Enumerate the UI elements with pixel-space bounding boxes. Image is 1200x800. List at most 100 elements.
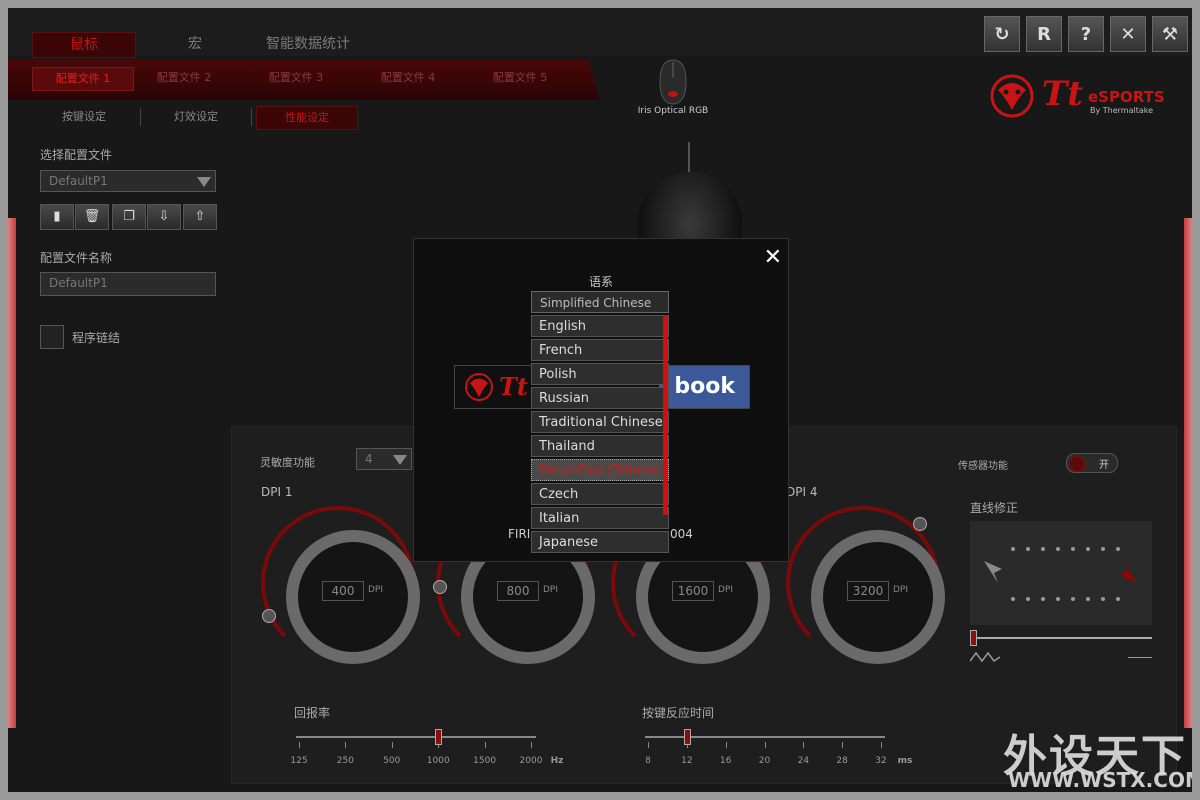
polling-rate-track[interactable] bbox=[296, 736, 536, 738]
language-option[interactable]: French bbox=[531, 339, 669, 361]
dpi1-value[interactable]: 400 bbox=[322, 581, 364, 601]
window-controls: ↻ R ? ✕ ⚒ bbox=[984, 16, 1188, 52]
tab-statistics[interactable]: 智能数据统计 bbox=[248, 32, 368, 56]
language-option[interactable]: Polish bbox=[531, 363, 669, 385]
cursor-arrow-red-icon bbox=[1120, 561, 1136, 583]
language-option[interactable]: Czech bbox=[531, 483, 669, 505]
sensitivity-value: 4 bbox=[365, 452, 373, 466]
debounce-tick-label: 20 bbox=[758, 756, 771, 766]
sensitivity-label: 灵敏度功能 bbox=[260, 456, 315, 469]
right-glow bbox=[1184, 218, 1192, 728]
profile-name-label: 配置文件名称 bbox=[40, 251, 113, 265]
banner-facebook: book bbox=[659, 366, 749, 408]
left-glow bbox=[8, 218, 16, 728]
dpi2-knob[interactable] bbox=[433, 580, 447, 594]
sensitivity-dropdown[interactable]: 4 bbox=[356, 448, 412, 470]
settings-icon[interactable]: ⚒ bbox=[1152, 16, 1188, 52]
profile-tab-1[interactable]: 配置文件 1 bbox=[32, 67, 134, 91]
close-icon[interactable]: ✕ bbox=[1110, 16, 1146, 52]
language-options: English French Polish Russian Traditiona… bbox=[531, 315, 669, 555]
dpi4-value[interactable]: 3200 bbox=[847, 581, 889, 601]
polling-rate-tick-label: 250 bbox=[336, 756, 354, 766]
tab-lighting-settings[interactable]: 灯效设定 bbox=[146, 106, 246, 128]
language-option[interactable]: Russian bbox=[531, 387, 669, 409]
language-option[interactable]: Thailand bbox=[531, 435, 669, 457]
help-icon[interactable]: ? bbox=[1068, 16, 1104, 52]
language-option[interactable]: Traditional Chinese bbox=[531, 411, 669, 433]
tab-key-settings[interactable]: 按键设定 bbox=[34, 106, 134, 128]
copy-profile-icon[interactable]: ❐ bbox=[112, 204, 146, 230]
polling-rate-tick bbox=[484, 742, 486, 748]
refresh-icon[interactable]: ↻ bbox=[984, 16, 1020, 52]
polling-rate-tick-label: 125 bbox=[290, 756, 308, 766]
debounce-label: 按键反应时间 bbox=[642, 706, 715, 720]
mouse-cable bbox=[688, 142, 690, 174]
language-select[interactable]: Simplified Chinese bbox=[531, 291, 669, 313]
polling-rate-tick-label: 1000 bbox=[426, 756, 450, 766]
debounce-tick bbox=[842, 742, 844, 748]
dialog-title: 语系 bbox=[588, 275, 613, 289]
program-link-checkbox[interactable] bbox=[40, 325, 64, 349]
profile-dropdown[interactable]: DefaultP1 bbox=[40, 170, 216, 192]
brand-logo: Tt eSPORTS By Thermaltake bbox=[984, 66, 1174, 126]
debounce-thumb[interactable] bbox=[683, 729, 691, 745]
debounce-tick-label: 12 bbox=[681, 756, 693, 766]
polling-rate-tick bbox=[391, 742, 393, 748]
save-profile-icon[interactable]: ▮ bbox=[40, 204, 74, 230]
angle-slider-thumb[interactable] bbox=[970, 630, 977, 646]
dpi2-value[interactable]: 800 bbox=[497, 581, 539, 601]
angle-slider-track[interactable] bbox=[970, 637, 1152, 639]
straight-line-icon bbox=[1128, 657, 1152, 658]
polling-rate-thumb[interactable] bbox=[435, 729, 443, 745]
sensor-toggle[interactable]: 开 bbox=[1066, 453, 1118, 473]
tab-performance-settings[interactable]: 性能设定 bbox=[256, 106, 358, 130]
firmware-label-right: 004 bbox=[670, 527, 693, 541]
close-icon[interactable]: ✕ bbox=[764, 245, 782, 270]
polling-rate-tick-label: 1500 bbox=[473, 756, 497, 766]
tab-mouse[interactable]: 鼠标 bbox=[32, 32, 136, 58]
polling-rate-tick bbox=[299, 742, 300, 748]
sub-tab-bar: 按键设定 灯效设定 性能设定 bbox=[8, 102, 608, 132]
device-thumbnail[interactable]: Iris Optical RGB bbox=[628, 58, 718, 122]
profile-name-input[interactable]: DefaultP1 bbox=[40, 272, 216, 296]
reset-icon[interactable]: R bbox=[1026, 16, 1062, 52]
profile-tab-2[interactable]: 配置文件 2 bbox=[134, 67, 234, 89]
dpi3-value[interactable]: 1600 bbox=[672, 581, 714, 601]
language-scrollbar[interactable] bbox=[663, 315, 668, 515]
dpi1-knob[interactable] bbox=[262, 609, 276, 623]
tiger-logo-icon bbox=[465, 373, 493, 401]
debounce-tick-label: 24 bbox=[797, 756, 810, 766]
mouse-icon bbox=[659, 59, 687, 105]
language-option[interactable]: English bbox=[531, 315, 669, 337]
profile-tab-3[interactable]: 配置文件 3 bbox=[246, 67, 346, 89]
delete-profile-icon[interactable]: 🗑 bbox=[75, 204, 109, 230]
chevron-down-icon bbox=[393, 455, 407, 465]
profile-tab-4[interactable]: 配置文件 4 bbox=[358, 67, 458, 89]
angle-preview-graphic bbox=[984, 547, 1136, 601]
debounce-tick bbox=[803, 742, 805, 748]
profile-tab-5[interactable]: 配置文件 5 bbox=[470, 67, 570, 89]
tiger-logo-icon bbox=[990, 74, 1034, 118]
export-profile-icon[interactable]: ⇧ bbox=[183, 204, 217, 230]
debounce-unit: ms bbox=[897, 756, 913, 766]
cursor-arrow-icon bbox=[984, 561, 1002, 583]
select-profile-label: 选择配置文件 bbox=[40, 148, 113, 162]
brand-esports: eSPORTS bbox=[1088, 88, 1165, 106]
language-option[interactable]: Italian bbox=[531, 507, 669, 529]
debounce-track[interactable] bbox=[645, 736, 885, 738]
divider bbox=[140, 108, 141, 126]
firmware-label-left: FIRI bbox=[508, 527, 531, 541]
dpi1-unit: DPI bbox=[368, 585, 384, 595]
polling-rate-label: 回报率 bbox=[294, 706, 331, 720]
toggle-knob bbox=[1069, 456, 1085, 472]
sensor-state: 开 bbox=[1099, 460, 1109, 471]
import-profile-icon[interactable]: ⇩ bbox=[147, 204, 181, 230]
dpi4-unit: DPI bbox=[893, 585, 909, 595]
dpi4-knob[interactable] bbox=[913, 517, 927, 531]
language-option[interactable]: Japanese bbox=[531, 531, 669, 553]
device-label: Iris Optical RGB bbox=[637, 106, 709, 116]
tab-macro[interactable]: 宏 bbox=[144, 32, 246, 56]
banner-tt: Tt bbox=[499, 372, 528, 401]
language-option-selected[interactable]: Simplified Chinese bbox=[531, 459, 669, 481]
divider bbox=[251, 108, 252, 126]
